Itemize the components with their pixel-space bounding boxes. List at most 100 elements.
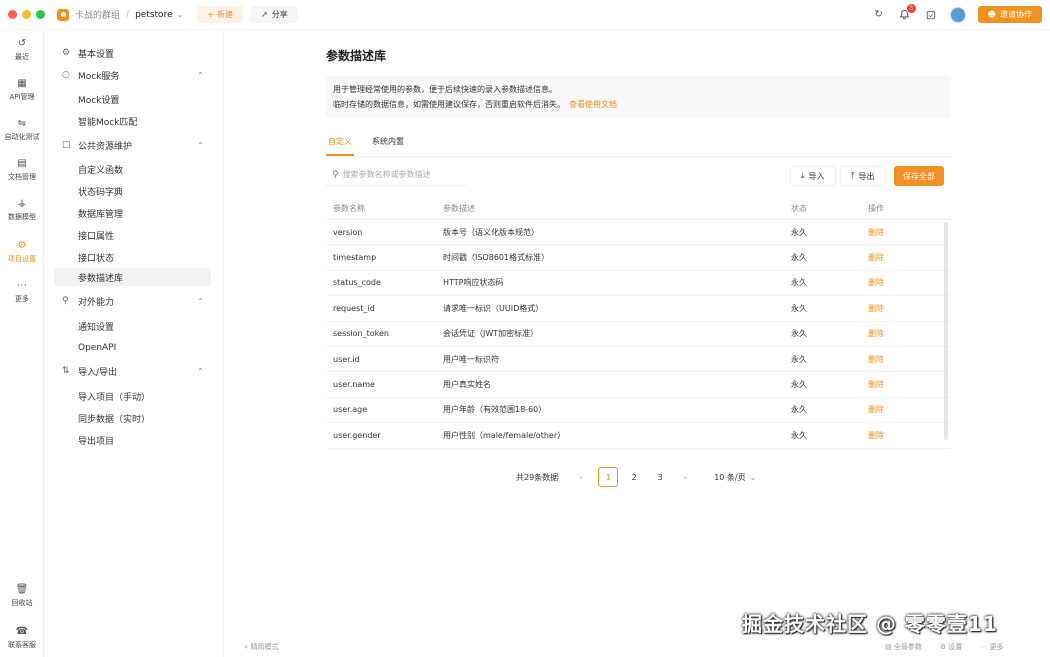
rail-item-api[interactable]: ▦ API管理 — [0, 78, 44, 102]
rail-label: 更多 — [15, 295, 29, 303]
page-title: 参数描述库 — [326, 49, 387, 63]
avatar[interactable] — [949, 6, 966, 23]
close-window-button[interactable] — [8, 10, 17, 19]
sidebar-group-io[interactable]: ⇅ 导入/导出 ⌃ — [54, 362, 214, 380]
cell-name[interactable]: user.age — [326, 405, 443, 414]
sidebar-label: 导出项目 — [78, 436, 115, 447]
chevron-up-icon[interactable]: ⌃ — [197, 71, 204, 80]
cell-name[interactable]: timestamp — [326, 253, 443, 262]
delete-button[interactable]: 删除 — [868, 379, 928, 390]
breadcrumb-separator: / — [126, 9, 130, 20]
project-selector[interactable]: petstore — [135, 10, 173, 20]
chevron-up-icon[interactable]: ⌃ — [197, 141, 204, 150]
header-status: 状态 — [791, 204, 807, 213]
sidebar-item-sync-data[interactable]: 同步数据（实时） — [54, 409, 211, 427]
sidebar-label: 基本设置 — [78, 49, 115, 60]
cell-desc[interactable]: 用户年龄（有效范围18-60） — [443, 404, 791, 415]
sidebar-label: 状态码字典 — [78, 187, 124, 198]
sidebar-item-iface-attr[interactable]: 接口属性 — [54, 226, 211, 244]
sidebar-item-param-lib[interactable]: 参数描述库 — [54, 268, 211, 286]
cell-desc[interactable]: 用户唯一标识符 — [443, 354, 791, 365]
cell-status: 永久 — [791, 278, 807, 288]
sidebar-group-external[interactable]: ⚲ 对外能力 ⌃ — [54, 292, 214, 310]
delete-button[interactable]: 删除 — [868, 303, 928, 314]
footer-more-button[interactable]: ⋯ 更多 — [980, 642, 1003, 652]
info-box: 用于管理经常使用的参数，便于后续快速的录入参数描述信息。 临时存储的数据信息，如… — [326, 76, 951, 118]
maximize-window-button[interactable] — [36, 10, 45, 19]
chevron-up-icon[interactable]: ⌃ — [197, 367, 204, 376]
sidebar-item-import-proj[interactable]: 导入项目（手动） — [54, 387, 211, 405]
refresh-icon[interactable]: ↻ — [872, 8, 886, 22]
import-button[interactable]: ⤓ 导入 — [790, 166, 836, 186]
delete-button[interactable]: 删除 — [868, 430, 928, 441]
cell-desc[interactable]: 用户真实姓名 — [443, 379, 791, 390]
cell-name[interactable]: user.name — [326, 380, 443, 389]
cell-name[interactable]: request_id — [326, 304, 443, 313]
cell-desc[interactable]: 会话凭证（JWT加密标准） — [443, 328, 791, 339]
sidebar-item-mock-settings[interactable]: Mock设置 — [54, 90, 211, 108]
rail-item-trash[interactable]: 🗑 回收站 — [0, 584, 44, 608]
rail-item-automation[interactable]: ⇋ 自动化测试 — [0, 118, 44, 142]
delete-button[interactable]: 删除 — [868, 404, 928, 415]
rail-item-support[interactable]: ☎ 联系客服 — [0, 626, 44, 650]
cell-desc[interactable]: 请求唯一标识（UUID格式） — [443, 303, 791, 314]
sidebar-label: 接口属性 — [78, 231, 115, 242]
global-params-button[interactable]: ▤ 全局参数 — [885, 642, 922, 652]
delete-button[interactable]: 删除 — [868, 277, 928, 288]
rail-item-docs[interactable]: ▤ 文档管理 — [0, 158, 44, 182]
tab-builtin[interactable]: 系统内置 — [370, 136, 406, 156]
page-button-3[interactable]: 3 — [650, 467, 670, 487]
sidebar-group-mock[interactable]: ○ Mock服务 ⌃ — [54, 66, 214, 84]
delete-button[interactable]: 删除 — [868, 328, 928, 339]
tab-custom[interactable]: 自定义 — [326, 136, 354, 156]
delete-button[interactable]: 删除 — [868, 252, 928, 263]
table-scrollbar[interactable] — [944, 222, 948, 440]
compact-mode-toggle[interactable]: « 精简模式 — [244, 642, 279, 652]
page-button-2[interactable]: 2 — [624, 467, 644, 487]
rail-item-models[interactable]: ⚶ 数据模型 — [0, 198, 44, 222]
export-button[interactable]: ⤒ 导出 — [840, 166, 886, 186]
calendar-check-icon[interactable] — [924, 8, 938, 22]
delete-button[interactable]: 删除 — [868, 227, 928, 238]
bell-icon[interactable]: 3 — [898, 3, 916, 22]
sidebar-item-notify[interactable]: 通知设置 — [54, 317, 211, 335]
cell-name[interactable]: user.gender — [326, 431, 443, 440]
cell-name[interactable]: session_token — [326, 329, 443, 338]
footer-settings-button[interactable]: ⚙ 设置 — [940, 642, 963, 652]
sidebar-item-iface-status[interactable]: 接口状态 — [54, 248, 211, 266]
cell-desc[interactable]: 时间戳（ISO8601格式标准） — [443, 252, 791, 263]
next-page-icon[interactable]: › — [676, 473, 694, 482]
invite-button[interactable]: ☻ 邀请协作 — [977, 6, 1042, 23]
page-size-select[interactable]: 10 条/页 ⌄ — [714, 472, 756, 483]
sidebar-item-status-dict[interactable]: 状态码字典 — [54, 182, 211, 200]
delete-button[interactable]: 删除 — [868, 354, 928, 365]
cell-desc[interactable]: HTTP响应状态码 — [443, 277, 791, 288]
doc-link[interactable]: 查看使用文档 — [569, 100, 617, 109]
sidebar-item-export-proj[interactable]: 导出项目 — [54, 431, 211, 449]
sidebar-item-basic[interactable]: ⚙ 基本设置 — [54, 44, 214, 62]
prev-page-icon[interactable]: ‹ — [572, 473, 590, 482]
cell-name[interactable]: status_code — [326, 278, 443, 287]
sidebar-item-smart-mock[interactable]: 智能Mock匹配 — [54, 112, 211, 130]
sidebar-item-openapi[interactable]: OpenAPI — [54, 339, 211, 357]
rail-item-recent[interactable]: ↺ 最近 — [0, 38, 44, 62]
new-button[interactable]: + 新建 — [197, 6, 244, 23]
sidebar-item-custom-func[interactable]: 自定义函数 — [54, 160, 211, 178]
rail-item-project-settings[interactable]: ⚙ 项目设置 — [0, 240, 44, 264]
share-button[interactable]: ↗ 分享 — [251, 6, 298, 23]
sidebar-group-public[interactable]: □ 公共资源维护 ⌃ — [54, 136, 214, 154]
rail-item-more[interactable]: ⋯ 更多 — [0, 280, 44, 304]
page-button-1[interactable]: 1 — [598, 467, 619, 487]
search-input[interactable] — [342, 170, 458, 179]
cell-desc[interactable]: 版本号（语义化版本规范） — [443, 227, 791, 238]
cell-name[interactable]: user.id — [326, 355, 443, 364]
sidebar-item-db[interactable]: 数据库管理 — [54, 204, 211, 222]
chevron-up-icon[interactable]: ⌃ — [197, 297, 204, 306]
rail-label: 项目设置 — [8, 255, 36, 263]
team-name[interactable]: 卡战的群组 — [75, 8, 120, 21]
minimize-window-button[interactable] — [22, 10, 31, 19]
save-all-button[interactable]: 保存全部 — [894, 166, 944, 186]
cell-desc[interactable]: 用户性别（male/female/other） — [443, 430, 791, 441]
cell-name[interactable]: version — [326, 228, 443, 237]
chevron-down-icon[interactable]: ⌄ — [177, 10, 184, 19]
